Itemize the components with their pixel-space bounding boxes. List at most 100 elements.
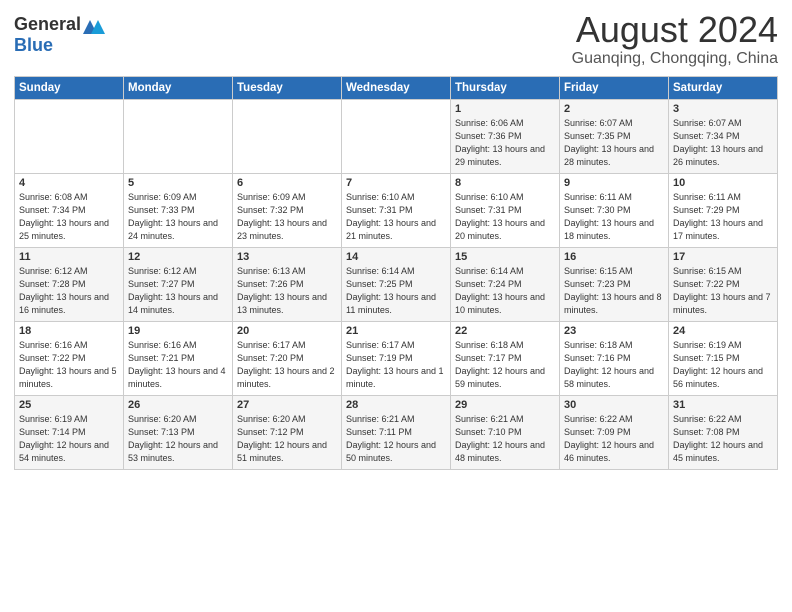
day-cell: 22 Sunrise: 6:18 AM Sunset: 7:17 PM Dayli… [451, 321, 560, 395]
day-info: Sunrise: 6:16 AM Sunset: 7:21 PM Dayligh… [128, 339, 228, 391]
day-info: Sunrise: 6:09 AM Sunset: 7:32 PM Dayligh… [237, 191, 337, 243]
day-cell: 21 Sunrise: 6:17 AM Sunset: 7:19 PM Dayli… [342, 321, 451, 395]
week-row-5: 25 Sunrise: 6:19 AM Sunset: 7:14 PM Dayli… [15, 395, 778, 469]
day-number: 13 [237, 251, 337, 263]
title-block: August 2024 Guanqing, Chongqing, China [572, 10, 778, 68]
day-info: Sunrise: 6:17 AM Sunset: 7:20 PM Dayligh… [237, 339, 337, 391]
calendar-table: Sunday Monday Tuesday Wednesday Thursday… [14, 76, 778, 470]
page-container: General Blue August 2024 Guanqing, Chong… [0, 0, 792, 478]
day-info: Sunrise: 6:21 AM Sunset: 7:11 PM Dayligh… [346, 413, 446, 465]
day-number: 29 [455, 399, 555, 411]
day-cell: 7Sunrise: 6:10 AM Sunset: 7:31 PM Daylig… [342, 173, 451, 247]
day-number: 7 [346, 177, 446, 189]
day-info: Sunrise: 6:14 AM Sunset: 7:24 PM Dayligh… [455, 265, 555, 317]
day-cell: 12 Sunrise: 6:12 AM Sunset: 7:27 PM Dayli… [124, 247, 233, 321]
day-number: 2 [564, 103, 664, 115]
day-number: 12 [128, 251, 228, 263]
day-info: Sunrise: 6:19 AM Sunset: 7:14 PM Dayligh… [19, 413, 119, 465]
day-number: 31 [673, 399, 773, 411]
day-info: Sunrise: 6:09 AM Sunset: 7:33 PM Dayligh… [128, 191, 228, 243]
day-info: Sunrise: 6:18 AM Sunset: 7:17 PM Dayligh… [455, 339, 555, 391]
day-number: 28 [346, 399, 446, 411]
day-number: 19 [128, 325, 228, 337]
day-cell: 19 Sunrise: 6:16 AM Sunset: 7:21 PM Dayli… [124, 321, 233, 395]
day-number: 6 [237, 177, 337, 189]
day-info: Sunrise: 6:06 AM Sunset: 7:36 PM Dayligh… [455, 117, 555, 169]
day-info: Sunrise: 6:16 AM Sunset: 7:22 PM Dayligh… [19, 339, 119, 391]
day-cell: 14 Sunrise: 6:14 AM Sunset: 7:25 PM Dayli… [342, 247, 451, 321]
col-sunday: Sunday [15, 76, 124, 99]
week-row-3: 11Sunrise: 6:12 AM Sunset: 7:28 PM Dayli… [15, 247, 778, 321]
day-number: 16 [564, 251, 664, 263]
day-cell: 17 Sunrise: 6:15 AM Sunset: 7:22 PM Dayli… [669, 247, 778, 321]
day-number: 30 [564, 399, 664, 411]
day-cell: 31Sunrise: 6:22 AM Sunset: 7:08 PM Dayli… [669, 395, 778, 469]
day-number: 26 [128, 399, 228, 411]
day-info: Sunrise: 6:20 AM Sunset: 7:13 PM Dayligh… [128, 413, 228, 465]
day-info: Sunrise: 6:12 AM Sunset: 7:28 PM Dayligh… [19, 265, 119, 317]
day-info: Sunrise: 6:17 AM Sunset: 7:19 PM Dayligh… [346, 339, 446, 391]
logo-blue: Blue [14, 35, 53, 56]
day-info: Sunrise: 6:08 AM Sunset: 7:34 PM Dayligh… [19, 191, 119, 243]
day-cell: 11Sunrise: 6:12 AM Sunset: 7:28 PM Dayli… [15, 247, 124, 321]
day-number: 25 [19, 399, 119, 411]
day-number: 23 [564, 325, 664, 337]
page-header: General Blue August 2024 Guanqing, Chong… [14, 10, 778, 68]
day-cell: 24 Sunrise: 6:19 AM Sunset: 7:15 PM Dayli… [669, 321, 778, 395]
logo-icon [83, 16, 105, 34]
day-cell: 8Sunrise: 6:10 AM Sunset: 7:31 PM Daylig… [451, 173, 560, 247]
day-number: 17 [673, 251, 773, 263]
day-number: 14 [346, 251, 446, 263]
day-number: 3 [673, 103, 773, 115]
day-cell: 13 Sunrise: 6:13 AM Sunset: 7:26 PM Dayli… [233, 247, 342, 321]
day-cell: 3 Sunrise: 6:07 AM Sunset: 7:34 PM Daylig… [669, 99, 778, 173]
day-info: Sunrise: 6:14 AM Sunset: 7:25 PM Dayligh… [346, 265, 446, 317]
day-number: 27 [237, 399, 337, 411]
col-saturday: Saturday [669, 76, 778, 99]
day-info: Sunrise: 6:18 AM Sunset: 7:16 PM Dayligh… [564, 339, 664, 391]
day-cell: 10Sunrise: 6:11 AM Sunset: 7:29 PM Dayli… [669, 173, 778, 247]
col-thursday: Thursday [451, 76, 560, 99]
week-row-1: 1 Sunrise: 6:06 AM Sunset: 7:36 PM Daylig… [15, 99, 778, 173]
day-cell: 15Sunrise: 6:14 AM Sunset: 7:24 PM Dayli… [451, 247, 560, 321]
day-number: 1 [455, 103, 555, 115]
day-info: Sunrise: 6:15 AM Sunset: 7:22 PM Dayligh… [673, 265, 773, 317]
day-cell: 25 Sunrise: 6:19 AM Sunset: 7:14 PM Dayli… [15, 395, 124, 469]
day-number: 22 [455, 325, 555, 337]
week-row-4: 18 Sunrise: 6:16 AM Sunset: 7:22 PM Dayli… [15, 321, 778, 395]
week-row-2: 4Sunrise: 6:08 AM Sunset: 7:34 PM Daylig… [15, 173, 778, 247]
day-info: Sunrise: 6:22 AM Sunset: 7:09 PM Dayligh… [564, 413, 664, 465]
day-cell: 27Sunrise: 6:20 AM Sunset: 7:12 PM Dayli… [233, 395, 342, 469]
month-title: August 2024 [572, 10, 778, 50]
day-number: 9 [564, 177, 664, 189]
day-cell: 16 Sunrise: 6:15 AM Sunset: 7:23 PM Dayli… [560, 247, 669, 321]
day-info: Sunrise: 6:15 AM Sunset: 7:23 PM Dayligh… [564, 265, 664, 317]
day-number: 18 [19, 325, 119, 337]
day-info: Sunrise: 6:07 AM Sunset: 7:34 PM Dayligh… [673, 117, 773, 169]
day-number: 21 [346, 325, 446, 337]
day-cell: 5 Sunrise: 6:09 AM Sunset: 7:33 PM Daylig… [124, 173, 233, 247]
day-cell [342, 99, 451, 173]
day-info: Sunrise: 6:13 AM Sunset: 7:26 PM Dayligh… [237, 265, 337, 317]
day-cell: 4Sunrise: 6:08 AM Sunset: 7:34 PM Daylig… [15, 173, 124, 247]
day-number: 24 [673, 325, 773, 337]
day-info: Sunrise: 6:11 AM Sunset: 7:29 PM Dayligh… [673, 191, 773, 243]
logo: General Blue [14, 14, 105, 56]
logo-general: General [14, 14, 81, 35]
day-cell: 9 Sunrise: 6:11 AM Sunset: 7:30 PM Daylig… [560, 173, 669, 247]
day-cell: 28 Sunrise: 6:21 AM Sunset: 7:11 PM Dayli… [342, 395, 451, 469]
day-info: Sunrise: 6:10 AM Sunset: 7:31 PM Dayligh… [455, 191, 555, 243]
day-cell: 20Sunrise: 6:17 AM Sunset: 7:20 PM Dayli… [233, 321, 342, 395]
col-wednesday: Wednesday [342, 76, 451, 99]
day-cell: 18 Sunrise: 6:16 AM Sunset: 7:22 PM Dayli… [15, 321, 124, 395]
day-info: Sunrise: 6:07 AM Sunset: 7:35 PM Dayligh… [564, 117, 664, 169]
day-info: Sunrise: 6:19 AM Sunset: 7:15 PM Dayligh… [673, 339, 773, 391]
day-cell: 6 Sunrise: 6:09 AM Sunset: 7:32 PM Daylig… [233, 173, 342, 247]
day-cell: 2 Sunrise: 6:07 AM Sunset: 7:35 PM Daylig… [560, 99, 669, 173]
day-cell: 23 Sunrise: 6:18 AM Sunset: 7:16 PM Dayli… [560, 321, 669, 395]
day-cell: 30 Sunrise: 6:22 AM Sunset: 7:09 PM Dayli… [560, 395, 669, 469]
day-info: Sunrise: 6:12 AM Sunset: 7:27 PM Dayligh… [128, 265, 228, 317]
day-info: Sunrise: 6:11 AM Sunset: 7:30 PM Dayligh… [564, 191, 664, 243]
day-number: 5 [128, 177, 228, 189]
day-cell [233, 99, 342, 173]
